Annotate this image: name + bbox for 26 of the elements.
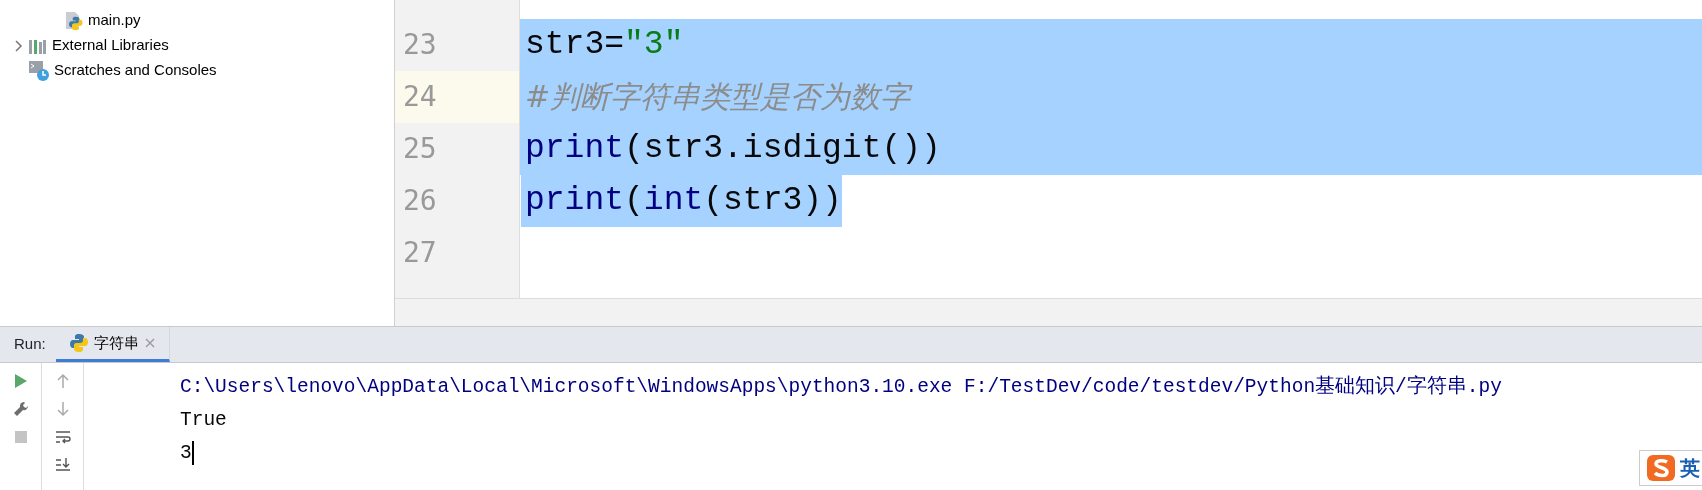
line-number: 25: [402, 131, 438, 167]
code-line: print(int(str3)): [520, 175, 1702, 227]
console-line: 3: [180, 442, 192, 464]
run-tab[interactable]: 字符串: [55, 327, 170, 362]
scratches-icon: [28, 59, 50, 82]
console-line: True: [180, 409, 227, 431]
ime-logo-icon: [1646, 454, 1676, 482]
tree-item[interactable]: External Libraries: [0, 33, 394, 58]
python-icon: [69, 333, 88, 353]
run-label: Run:: [13, 334, 47, 355]
tree-item[interactable]: main.py: [0, 8, 394, 33]
text-cursor: [191, 440, 194, 465]
line-number: 24: [395, 71, 519, 123]
close-icon: [144, 338, 155, 348]
scroll-to-end-icon[interactable]: [54, 457, 71, 473]
line-number: 27: [402, 235, 438, 271]
tree-item[interactable]: Scratches and Consoles: [0, 58, 394, 83]
wrench-icon[interactable]: [12, 401, 29, 417]
line-number: 23: [402, 27, 438, 63]
console-line: C:\Users\lenovo\AppData\Local\Microsoft\WindowsApps\python3.10.exe F:/TestDev/code/testdev/Python基础知识/字符串.py: [180, 376, 1502, 398]
stop-icon[interactable]: [12, 429, 29, 445]
soft-wrap-icon[interactable]: [54, 429, 71, 445]
down-arrow-icon[interactable]: [54, 401, 71, 417]
line-number: 26: [402, 183, 438, 219]
run-icon[interactable]: [12, 373, 29, 389]
python-file-icon: [64, 10, 84, 31]
